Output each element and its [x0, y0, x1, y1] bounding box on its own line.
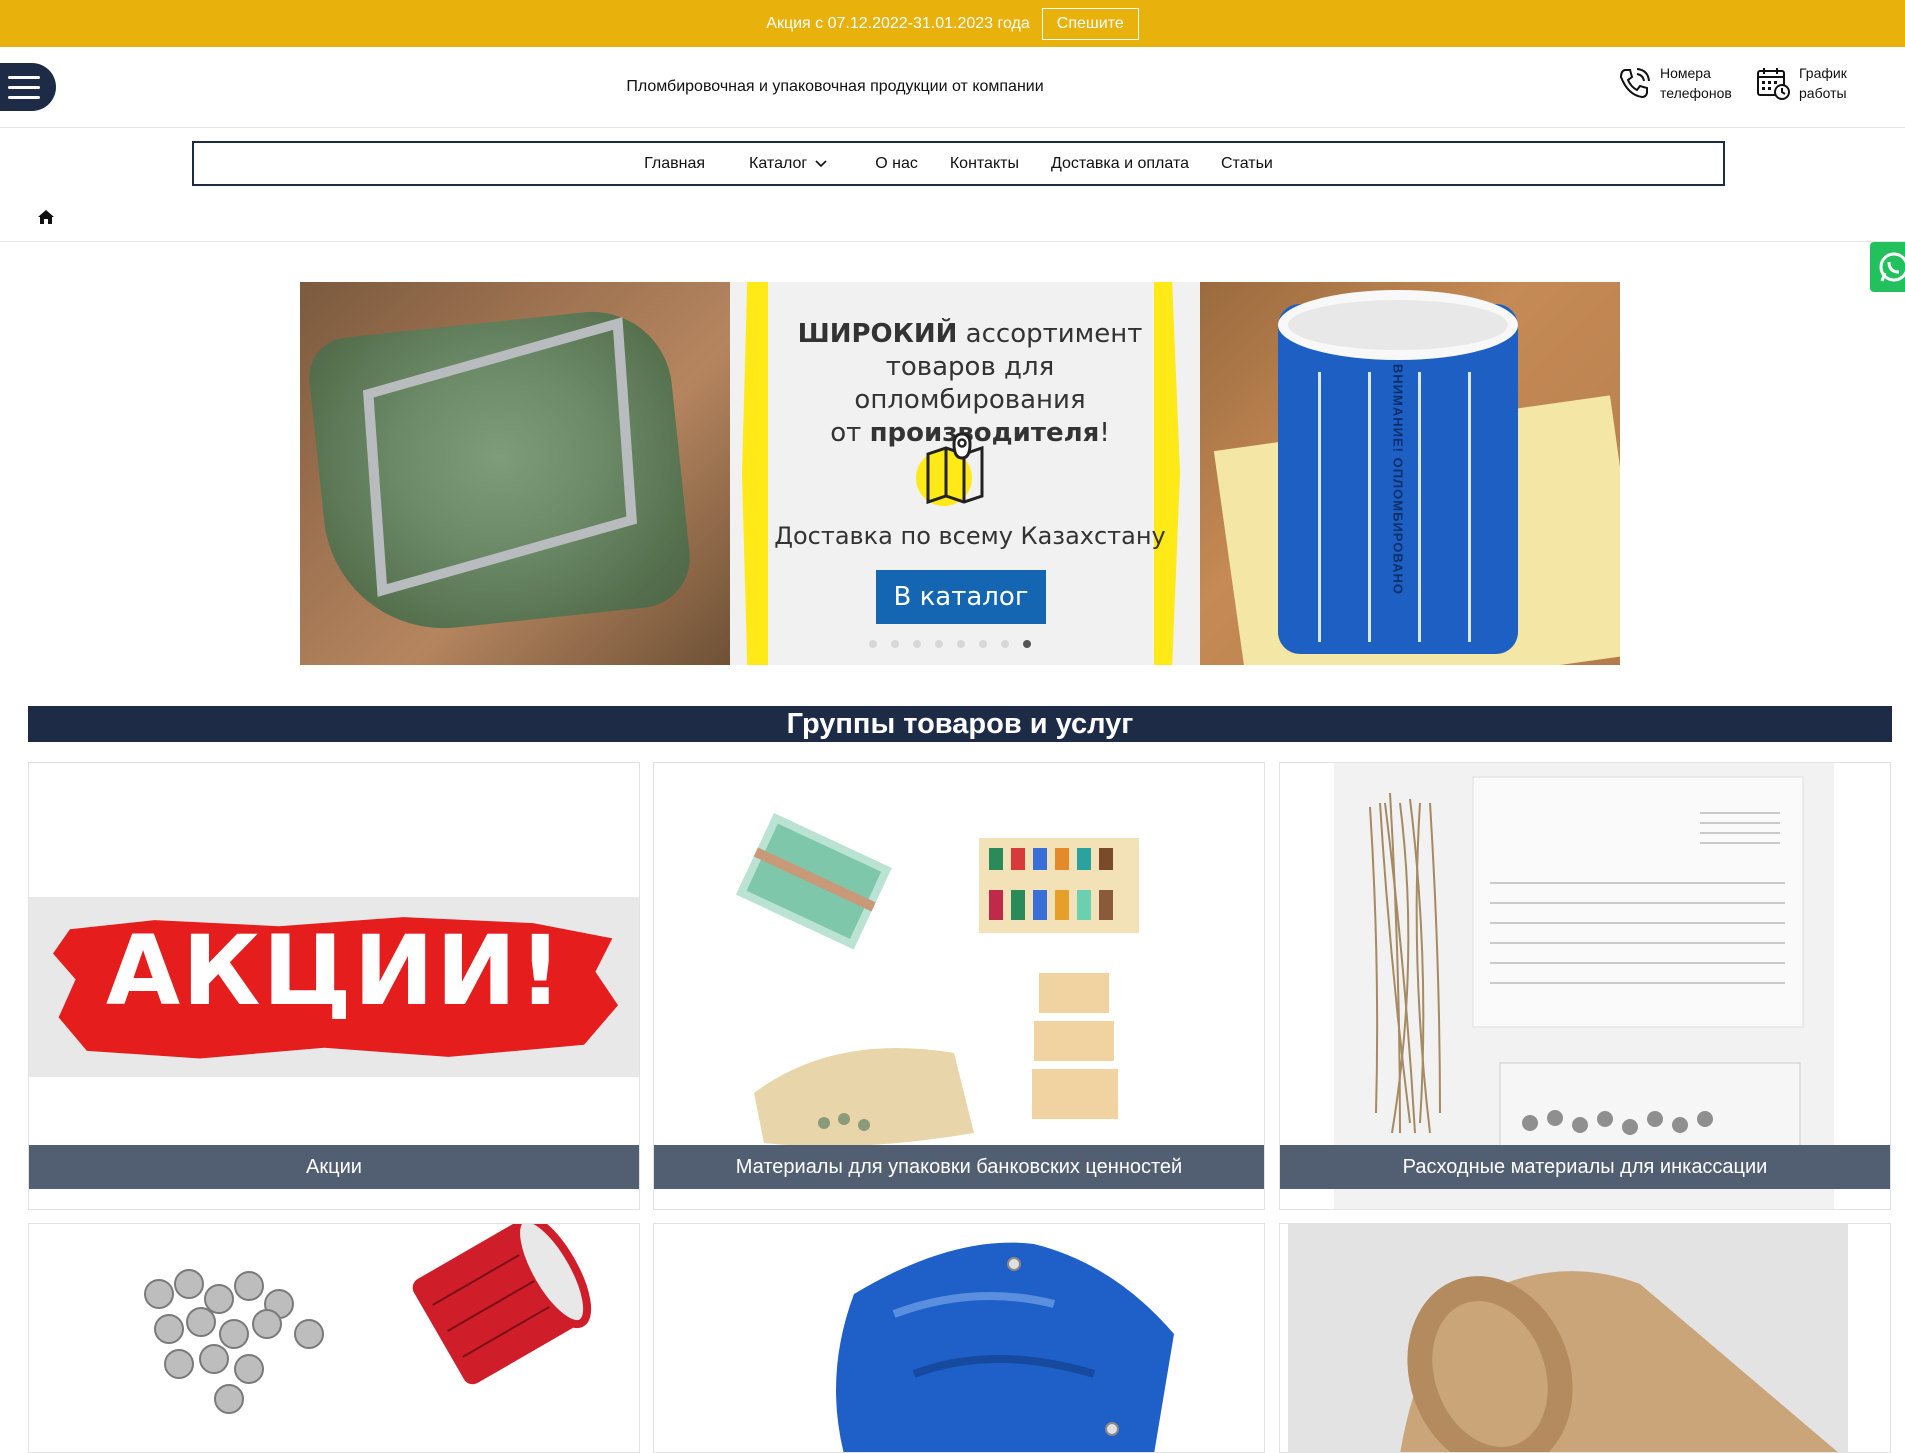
- akcii-image: АКЦИИ!: [29, 897, 639, 1077]
- phones-label-2: телефонов: [1660, 85, 1732, 101]
- site-tagline: Пломбировочная и упаковочная продукции о…: [626, 78, 1044, 95]
- slider-dot[interactable]: [1001, 640, 1009, 648]
- phones-link[interactable]: Номера телефонов: [1616, 63, 1740, 103]
- nav-catalog[interactable]: Каталог: [749, 155, 827, 173]
- nav-articles[interactable]: Статьи: [1221, 155, 1273, 173]
- product-card-seals[interactable]: [28, 1223, 640, 1453]
- roll-line: [1318, 372, 1321, 642]
- collection-materials-image: [1334, 763, 1834, 1209]
- promo-text: Акция с 07.12.2022-31.01.2023 года: [766, 14, 1030, 32]
- promo-bar: Акция с 07.12.2022-31.01.2023 года Спеши…: [0, 0, 1905, 47]
- schedule-label-2: работы: [1799, 85, 1847, 101]
- menu-icon-bar: [8, 96, 40, 99]
- nav-catalog-label: Каталог: [749, 154, 808, 172]
- banner-title-end-3: !: [1099, 418, 1110, 448]
- yellow-stripe-left: [742, 282, 768, 665]
- roll-label-text: ВНИМАНИЕ! ОПЛОМБИРОВАНО: [1390, 363, 1406, 596]
- schedule-label: График работы: [1799, 63, 1879, 103]
- banner-title-pre-3: от: [830, 418, 870, 448]
- calendar-clock-icon: [1757, 68, 1790, 100]
- seals-image: [144, 1224, 592, 1414]
- phone-icon: [1619, 68, 1650, 99]
- banner-delivery: Доставка по всему Казахстану: [774, 522, 1166, 550]
- slider-dots: [869, 640, 1031, 648]
- card-label: Материалы для упаковки банковских ценнос…: [654, 1145, 1264, 1189]
- slider-dot[interactable]: [891, 640, 899, 648]
- bank-materials-image: [735, 813, 1139, 1147]
- schedule-label-1: График: [1799, 65, 1847, 81]
- chevron-down-icon: [815, 159, 827, 167]
- product-card-collection-materials[interactable]: Расходные материалы для инкассации: [1279, 762, 1891, 1210]
- roll-line: [1468, 372, 1471, 642]
- home-icon[interactable]: [37, 208, 55, 226]
- whatsapp-button[interactable]: [1870, 242, 1905, 292]
- slider-dot[interactable]: [979, 640, 987, 648]
- nav-contacts[interactable]: Контакты: [950, 155, 1019, 173]
- card-label: Акции: [29, 1145, 639, 1189]
- banner-title-2: товаров для опломбирования: [854, 352, 1086, 415]
- burlap-roll-image: [1288, 1224, 1848, 1452]
- slider-dot[interactable]: [935, 640, 943, 648]
- banner-image-left: [300, 282, 730, 665]
- site-header: Пломбировочная и упаковочная продукции о…: [0, 47, 1905, 128]
- breadcrumb: [0, 196, 1905, 242]
- menu-button[interactable]: [0, 63, 56, 111]
- tarpaulin-image: [836, 1242, 1174, 1452]
- schedule-link[interactable]: График работы: [1755, 63, 1879, 103]
- card-label: Расходные материалы для инкассации: [1280, 1145, 1890, 1189]
- roll-line: [1368, 372, 1371, 642]
- slider-dot[interactable]: [869, 640, 877, 648]
- roll-line: [1418, 372, 1421, 642]
- menu-icon: [8, 76, 40, 79]
- product-card-burlap[interactable]: [1279, 1223, 1891, 1453]
- banner-title: ШИРОКИЙ ассортимент товаров для опломбир…: [770, 318, 1170, 450]
- phones-label: Номера телефонов: [1660, 63, 1740, 103]
- product-card-akcii[interactable]: АКЦИИ! Акции: [28, 762, 640, 1210]
- slider-dot[interactable]: [957, 640, 965, 648]
- whatsapp-icon: [1879, 252, 1905, 282]
- banner-title-bold-1: ШИРОКИЙ: [797, 319, 958, 349]
- product-card-tarpaulin[interactable]: [653, 1223, 1265, 1453]
- nav-about[interactable]: О нас: [875, 155, 918, 173]
- nav-home[interactable]: Главная: [644, 155, 705, 173]
- main-nav: Главная Каталог О нас Контакты Доставка …: [192, 141, 1725, 186]
- section-title: Группы товаров и услуг: [28, 706, 1892, 742]
- menu-icon-bar: [8, 86, 40, 89]
- banner-image-right: ВНИМАНИЕ! ОПЛОМБИРОВАНО: [1200, 282, 1620, 665]
- catalog-button[interactable]: В каталог: [876, 570, 1046, 624]
- promo-button[interactable]: Спешите: [1041, 7, 1139, 40]
- nav-delivery[interactable]: Доставка и оплата: [1051, 155, 1189, 173]
- banner-title-rest-1: ассортимент: [957, 319, 1143, 349]
- product-card-bank-materials[interactable]: Материалы для упаковки банковских ценнос…: [653, 762, 1265, 1210]
- hero-banner: ШИРОКИЙ ассортимент товаров для опломбир…: [300, 282, 1620, 665]
- slider-dot-active[interactable]: [1023, 640, 1031, 648]
- slider-dot[interactable]: [913, 640, 921, 648]
- akcii-image-text: АКЦИИ!: [105, 915, 565, 1027]
- phones-label-1: Номера: [1660, 65, 1711, 81]
- map-pin-icon: [916, 432, 984, 506]
